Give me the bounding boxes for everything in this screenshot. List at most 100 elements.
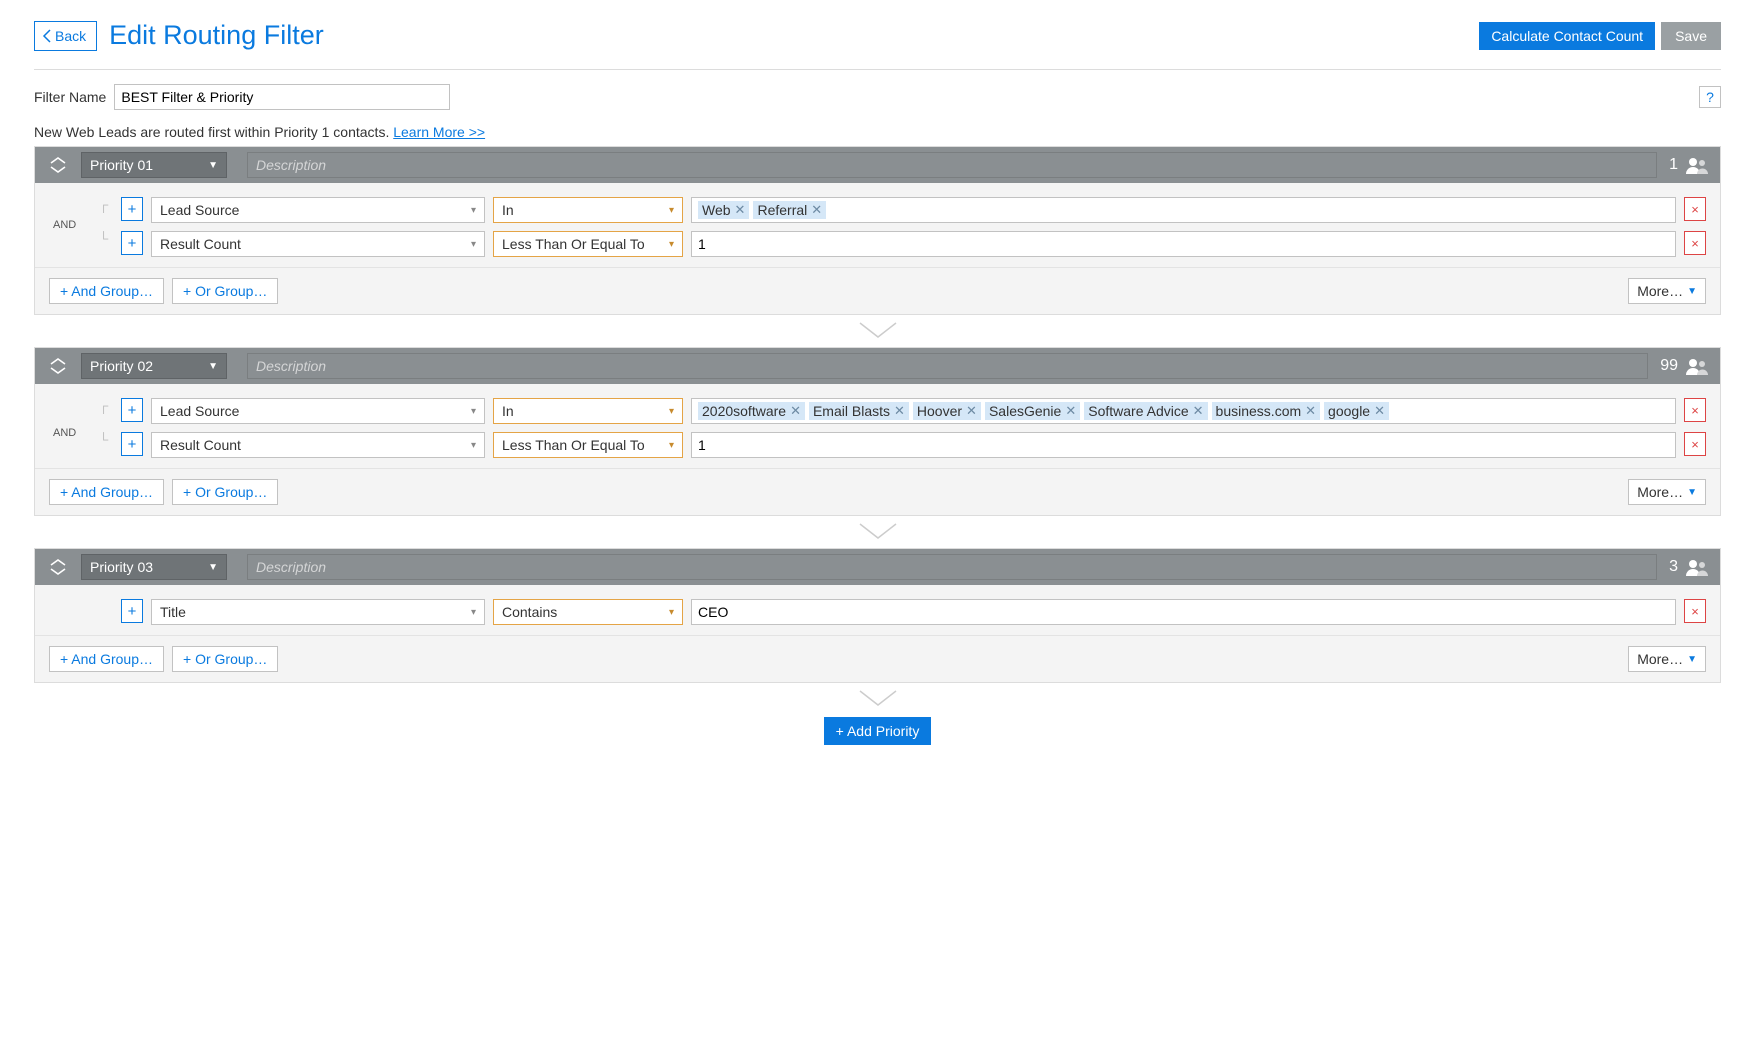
save-button[interactable]: Save: [1661, 22, 1721, 50]
filter-name-input[interactable]: [114, 84, 450, 110]
caret-down-icon: ▾: [471, 239, 476, 250]
connector-wedge-icon: [34, 689, 1721, 709]
add-condition-button[interactable]: +: [121, 197, 143, 221]
contacts-icon[interactable]: [1684, 155, 1710, 175]
back-label: Back: [55, 28, 86, 44]
value-tags-input[interactable]: 2020software✕ Email Blasts✕ Hoover✕ Sale…: [691, 398, 1676, 424]
rule-row: + Title▾ Contains▾ ×: [49, 599, 1706, 625]
caret-down-icon: ▾: [471, 607, 476, 618]
remove-tag-icon[interactable]: ✕: [811, 202, 822, 218]
more-button[interactable]: More…▼: [1628, 479, 1706, 505]
field-select[interactable]: Title▾: [151, 599, 485, 625]
rule-row: ┌ + Lead Source▾ In▾ 2020software✕ Email…: [49, 398, 1706, 424]
tag: 2020software✕: [698, 402, 805, 420]
field-select[interactable]: Lead Source▾: [151, 398, 485, 424]
priority-block-1: Priority 01 ▼ 1 AND ┌ + Lead Source▾ In▾…: [34, 146, 1721, 315]
page-title: Edit Routing Filter: [109, 20, 324, 51]
tag: Hoover✕: [913, 402, 981, 420]
remove-rule-button[interactable]: ×: [1684, 398, 1706, 422]
tag: google✕: [1324, 402, 1389, 420]
and-label: AND: [53, 219, 76, 231]
add-condition-button[interactable]: +: [121, 398, 143, 422]
remove-tag-icon[interactable]: ✕: [894, 403, 905, 419]
remove-tag-icon[interactable]: ✕: [735, 202, 746, 218]
or-group-button[interactable]: + Or Group…: [172, 646, 278, 672]
add-condition-button[interactable]: +: [121, 231, 143, 255]
remove-tag-icon[interactable]: ✕: [966, 403, 977, 419]
value-input[interactable]: [691, 432, 1676, 458]
bracket-icon: ┌: [99, 398, 113, 413]
caret-down-icon: ▼: [1687, 487, 1697, 498]
contact-count: 1: [1669, 156, 1678, 174]
bracket-icon: └: [99, 231, 113, 246]
collapse-toggle-icon[interactable]: [49, 358, 67, 374]
value-input[interactable]: [691, 231, 1676, 257]
caret-down-icon: ▼: [1687, 654, 1697, 665]
operator-select[interactable]: Contains▾: [493, 599, 683, 625]
back-button[interactable]: Back: [34, 21, 97, 51]
caret-down-icon: ▾: [669, 607, 674, 618]
rule-row: └ + Result Count▾ Less Than Or Equal To▾…: [49, 432, 1706, 458]
learn-more-link[interactable]: Learn More >>: [393, 124, 485, 140]
contact-count: 99: [1660, 357, 1678, 375]
value-input[interactable]: [691, 599, 1676, 625]
and-group-button[interactable]: + And Group…: [49, 646, 164, 672]
more-button[interactable]: More…▼: [1628, 646, 1706, 672]
tag: Software Advice✕: [1084, 402, 1207, 420]
description-input[interactable]: [247, 152, 1657, 178]
caret-down-icon: ▾: [471, 440, 476, 451]
more-button[interactable]: More…▼: [1628, 278, 1706, 304]
caret-down-icon: ▾: [669, 440, 674, 451]
operator-select[interactable]: Less Than Or Equal To▾: [493, 231, 683, 257]
remove-tag-icon[interactable]: ✕: [790, 403, 801, 419]
rule-row: ┌ + Lead Source▾ In▾ Web✕ Referral✕ ×: [49, 197, 1706, 223]
description-input[interactable]: [247, 353, 1648, 379]
or-group-button[interactable]: + Or Group…: [172, 479, 278, 505]
operator-select[interactable]: In▾: [493, 197, 683, 223]
caret-down-icon: ▼: [208, 562, 218, 573]
priority-block-3: Priority 03 ▼ 3 + Title▾ Contains▾ × + A…: [34, 548, 1721, 683]
field-select[interactable]: Result Count▾: [151, 432, 485, 458]
priority-dropdown[interactable]: Priority 02 ▼: [81, 353, 227, 379]
operator-select[interactable]: Less Than Or Equal To▾: [493, 432, 683, 458]
remove-rule-button[interactable]: ×: [1684, 231, 1706, 255]
tag: Web✕: [698, 201, 749, 219]
remove-rule-button[interactable]: ×: [1684, 197, 1706, 221]
priority-dropdown[interactable]: Priority 01 ▼: [81, 152, 227, 178]
back-chevron-icon: [41, 28, 53, 44]
and-group-button[interactable]: + And Group…: [49, 479, 164, 505]
connector-wedge-icon: [34, 522, 1721, 542]
add-priority-button[interactable]: + Add Priority: [824, 717, 932, 745]
tag: Referral✕: [753, 201, 826, 219]
collapse-toggle-icon[interactable]: [49, 157, 67, 173]
collapse-toggle-icon[interactable]: [49, 559, 67, 575]
add-condition-button[interactable]: +: [121, 432, 143, 456]
remove-tag-icon[interactable]: ✕: [1065, 403, 1076, 419]
rule-row: └ + Result Count▾ Less Than Or Equal To▾…: [49, 231, 1706, 257]
calculate-contact-count-button[interactable]: Calculate Contact Count: [1479, 22, 1655, 50]
remove-tag-icon[interactable]: ✕: [1193, 403, 1204, 419]
caret-down-icon: ▾: [669, 239, 674, 250]
and-group-button[interactable]: + And Group…: [49, 278, 164, 304]
priority-dropdown[interactable]: Priority 03 ▼: [81, 554, 227, 580]
value-tags-input[interactable]: Web✕ Referral✕: [691, 197, 1676, 223]
remove-rule-button[interactable]: ×: [1684, 432, 1706, 456]
field-select[interactable]: Lead Source▾: [151, 197, 485, 223]
field-select[interactable]: Result Count▾: [151, 231, 485, 257]
remove-tag-icon[interactable]: ✕: [1374, 403, 1385, 419]
contacts-icon[interactable]: [1684, 356, 1710, 376]
caret-down-icon: ▾: [471, 406, 476, 417]
or-group-button[interactable]: + Or Group…: [172, 278, 278, 304]
caret-down-icon: ▼: [1687, 286, 1697, 297]
contacts-icon[interactable]: [1684, 557, 1710, 577]
remove-rule-button[interactable]: ×: [1684, 599, 1706, 623]
description-input[interactable]: [247, 554, 1657, 580]
help-button[interactable]: ?: [1699, 86, 1721, 108]
priority-block-2: Priority 02 ▼ 99 AND ┌ + Lead Source▾ In…: [34, 347, 1721, 516]
operator-select[interactable]: In▾: [493, 398, 683, 424]
add-condition-button[interactable]: +: [121, 599, 143, 623]
contact-count: 3: [1669, 558, 1678, 576]
remove-tag-icon[interactable]: ✕: [1305, 403, 1316, 419]
caret-down-icon: ▾: [471, 205, 476, 216]
hint-text: New Web Leads are routed first within Pr…: [34, 124, 1721, 140]
